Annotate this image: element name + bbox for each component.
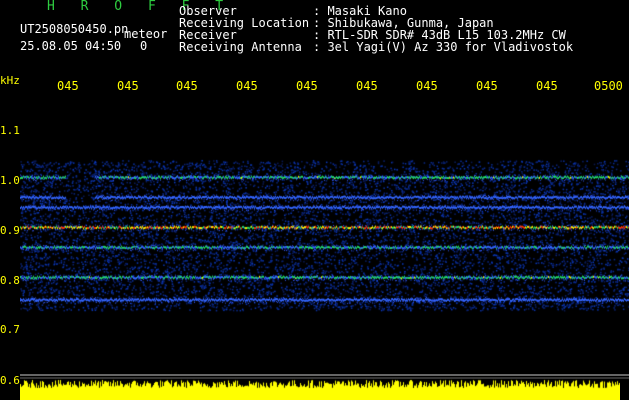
axis-lines — [20, 374, 629, 379]
spectrogram-screen: H R O F F T UT2508050450.pn meteor 25.08… — [0, 0, 629, 400]
signal-power-bar — [20, 378, 620, 400]
